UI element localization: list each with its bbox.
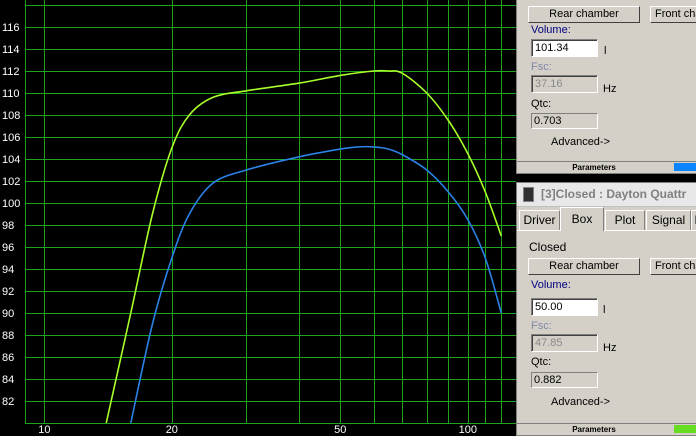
y-tick-label: 96 (2, 242, 14, 254)
box-panel-bottom: [3]Closed : Dayton Quattr Driver Box Plo… (516, 182, 696, 436)
y-tick-label: 86 (2, 352, 14, 364)
fsc-label: Fsc: (531, 320, 552, 332)
y-tick-label: 92 (2, 286, 14, 298)
x-tick-label: 100 (459, 424, 477, 435)
qtc-label: Qtc: (531, 98, 552, 110)
box-panel-top: Rear chamber Front cha Volume: 101.34 l … (516, 0, 696, 174)
rear-chamber-button[interactable]: Rear chamber (528, 258, 640, 275)
advanced-link[interactable]: Advanced-> (551, 396, 610, 408)
fsc-unit: Hz (603, 83, 617, 95)
status-indicator (674, 163, 696, 171)
window-icon (523, 187, 534, 202)
window-title: [3]Closed : Dayton Quattr (541, 187, 687, 201)
window-titlebar[interactable]: [3]Closed : Dayton Quattr (517, 183, 696, 207)
x-tick-label: 50 (334, 424, 346, 435)
y-tick-label: 110 (2, 88, 20, 100)
status-indicator (674, 425, 696, 433)
fsc-label: Fsc: (531, 61, 552, 73)
fsc-unit: Hz (603, 342, 617, 354)
plot-svg: 116 114 112 110 108 106 104 102 100 98 96 94 92 90 88 8… (2, 0, 516, 435)
tab-box[interactable]: Box (560, 207, 604, 231)
fsc-field: 37.16 (531, 75, 598, 93)
status-parameters: Parameters (572, 425, 616, 434)
tab-signal[interactable]: Signal (646, 210, 691, 230)
grid-lines (25, 0, 516, 424)
volume-field[interactable]: 101.34 (531, 39, 598, 57)
y-tick-label: 82 (2, 396, 14, 408)
tab-driver[interactable]: Driver (519, 210, 560, 230)
y-tick-label: 90 (2, 308, 14, 320)
response-curve-1 (105, 69, 503, 424)
response-curve-2 (130, 145, 503, 424)
rear-chamber-button[interactable]: Rear chamber (528, 6, 640, 23)
fsc-field: 47.85 (531, 334, 598, 352)
y-tick-label: 102 (2, 176, 20, 188)
volume-label: Volume: (531, 279, 571, 291)
y-tick-label: 88 (2, 330, 14, 342)
status-parameters: Parameters (572, 163, 616, 172)
front-chamber-button[interactable]: Front cha (650, 6, 696, 23)
advanced-link[interactable]: Advanced-> (551, 136, 610, 148)
qtc-value: 0.882 (531, 372, 598, 388)
volume-label: Volume: (531, 24, 571, 36)
qtc-label: Qtc: (531, 356, 552, 368)
tab-more[interactable]: I (691, 210, 696, 230)
tab-plot[interactable]: Plot (605, 210, 645, 230)
status-bar: Parameters (517, 423, 696, 434)
x-tick-label: 10 (38, 424, 50, 435)
front-chamber-button[interactable]: Front cha (650, 258, 696, 275)
volume-unit: l (603, 304, 606, 316)
volume-field[interactable]: 50.00 (531, 298, 598, 316)
y-tick-label: 98 (2, 220, 14, 232)
y-tick-label: 112 (2, 66, 20, 78)
frequency-response-plot[interactable]: 116 114 112 110 108 106 104 102 100 98 96 94 92 90 88 8… (0, 0, 516, 435)
box-type-label: Closed (529, 240, 567, 254)
status-bar: Parameters (517, 161, 696, 172)
y-tick-label: 104 (2, 154, 20, 166)
y-tick-label: 100 (2, 198, 20, 210)
y-tick-label: 94 (2, 264, 14, 276)
y-tick-label: 116 (2, 22, 20, 34)
y-tick-label: 108 (2, 110, 20, 122)
y-tick-label: 114 (2, 44, 20, 56)
qtc-value: 0.703 (531, 113, 598, 129)
x-tick-label: 20 (166, 424, 178, 435)
y-tick-label: 84 (2, 374, 14, 386)
tab-content-border (517, 230, 696, 231)
volume-unit: l (604, 45, 607, 57)
y-tick-label: 106 (2, 132, 20, 144)
